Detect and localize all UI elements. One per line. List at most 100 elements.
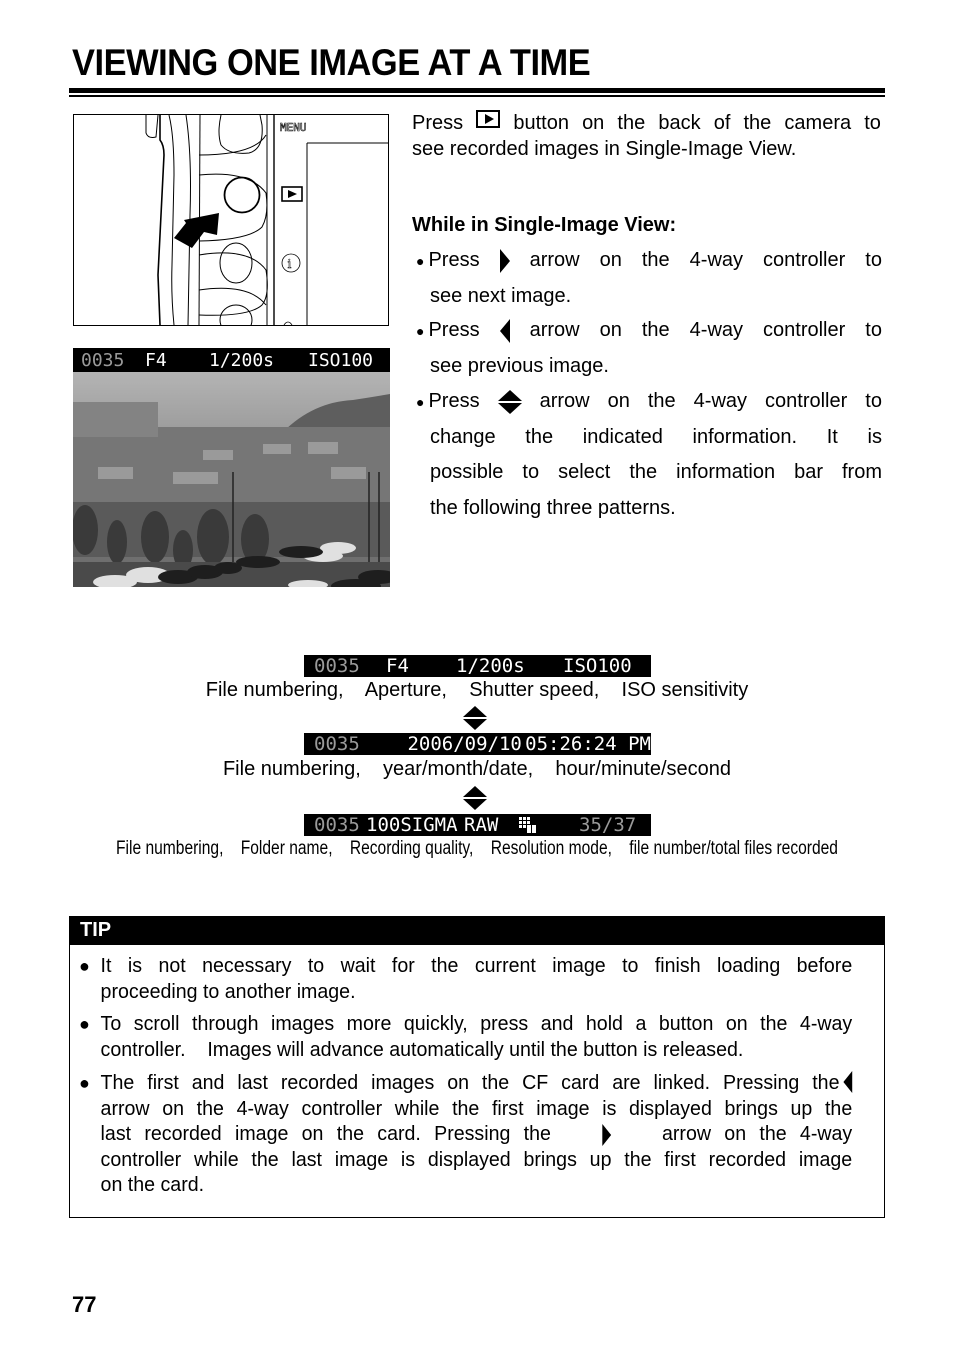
bullet-word: Press [428,249,480,272]
osd-file-number: 0035 [81,349,125,371]
resolution-mode-icon [519,817,579,833]
bullet-word: the [641,249,670,272]
bar-file-number: 0035 [314,733,360,755]
bullet-dot: ● [416,394,425,411]
bullet-continuation: change the indicated information. It is [430,425,882,448]
tip-item: ● It is not necessary to wait for the cu… [79,954,868,1005]
osd-aperture: F4 [145,349,167,371]
intro-word: back [658,112,701,134]
intro-word: of [713,112,731,134]
title-rule-thin [69,95,885,97]
bullet-word: controller [763,319,846,342]
bullet-word: the [647,390,676,413]
tip-line: controller. Images will advance automati… [100,1038,744,1061]
bullet-word: to [865,390,882,413]
up-down-arrow-icon [463,786,487,810]
info-icon: i [281,253,301,273]
intro-paragraph: Press button on the back of the camera t… [412,110,881,162]
body-edge [157,115,165,325]
bar-quality: RAW [464,814,499,836]
intro-word: the [617,112,646,134]
bar-date: 2006/09/10 [407,733,522,755]
info-bar-pattern-2: 0035 2006/09/10 05:26:24 PM [304,733,651,755]
bullet-word: to [865,249,882,272]
tip-line: last recorded image on the card. Pressin… [100,1123,551,1145]
bar-aperture: F4 [386,655,409,677]
tip-line: proceeding to another image. [100,980,356,1003]
pattern-1-caption: File numbering, Aperture, Shutter speed,… [205,679,749,701]
strap-lug [145,115,159,138]
bullet-previous-image: ● Press arrow on the 4-way controller to … [416,313,882,384]
photo-info-bar: 0035 F4 1/200s ISO100 [73,348,390,372]
bullet-word: to [865,319,882,342]
intro-word: Press [412,112,464,134]
bullet-continuation: the following three patterns. [430,496,676,519]
bar-iso: ISO100 [563,655,632,677]
bar-folder-name: 100SIGMA [366,814,458,836]
section-subheading: While in Single-Image View: [412,214,677,236]
osd-shutter: 1/200s [209,349,275,371]
pointing-arrow-icon [174,213,219,248]
bullet-word: on [607,390,630,413]
bar-file-count: 35/37 [579,814,637,836]
intro-word: button [513,112,569,134]
bar-file-number: 0035 [314,655,360,677]
sample-photo: 0035 F4 1/200s ISO100 [73,348,390,587]
intro-line-2: see recorded images in Single-Image View… [412,138,797,160]
bar-time: 05:26:24 PM [525,733,651,755]
intro-word: camera [784,112,852,134]
up-down-arrow-icon [497,389,522,414]
left-arrow-icon [499,318,510,343]
osd-iso: ISO100 [308,349,374,371]
bar-file-number: 0035 [314,814,360,836]
right-arrow-icon [602,1123,611,1146]
bullet-word: 4-way [693,390,748,413]
tip-line: arrow on the 4-way controller while the … [100,1097,853,1120]
tip-item: ● To scroll through images more quickly,… [79,1012,868,1063]
play-button [223,176,261,214]
svg-text:i: i [288,257,292,271]
pattern-3-caption: File numbering, Folder name, Recording q… [116,838,838,859]
up-down-arrow-icon [463,706,487,730]
tip-line: controller while the last image is displ… [100,1148,853,1171]
info-bar-pattern-3: 0035 100SIGMA RAW 35/37 [304,814,651,836]
bullet-word: controller [763,249,846,272]
intro-word: to [864,112,881,134]
bullet-word: Press [428,319,480,342]
tip-line: It is not necessary to wait for the curr… [100,955,853,977]
info-button-housing [198,252,268,316]
bullet-word: 4-way [689,319,744,342]
tip-line: on the card. [100,1174,205,1196]
tip-header: TIP [69,916,885,945]
bullet-word: arrow [529,319,580,342]
button-top [218,115,263,154]
bullet-dot: ● [416,253,425,270]
grip-contour [168,115,175,325]
tip-line: To scroll through images more quickly, p… [100,1013,853,1035]
bullet-word: controller [765,390,848,413]
bullet-word: on [599,249,622,272]
bullet-continuation: see previous image. [430,354,609,377]
intro-word: on [582,112,605,134]
page-title: VIEWING ONE IMAGE AT A TIME [72,42,591,83]
pattern-2-caption: File numbering, year/month/date, hour/mi… [222,758,732,780]
right-arrow-icon [499,248,510,273]
info-bar-pattern-1: 0035 F4 1/200s ISO100 [304,655,651,677]
intro-word: the [743,112,772,134]
bullet-continuation: see next image. [430,284,572,307]
menu-label: MENU [280,121,307,134]
tip-line: arrow on the 4-way [662,1123,853,1145]
left-arrow-icon [843,1071,853,1093]
page-number: 77 [72,1292,97,1317]
bullet-continuation: possible to select the information bar f… [430,461,882,483]
tip-item: ● The first and last recorded images on … [79,1071,868,1199]
title-rule-thick [69,88,885,93]
intro-line-1: Press button on the back of the camera t… [412,110,881,136]
camera-back-illustration: MENU i [73,114,389,326]
bullet-next-image: ● Press arrow on the 4-way controller to … [416,243,882,314]
play-button-icon [476,110,501,128]
tip-line: The first and last recorded images on th… [100,1072,840,1094]
bullet-word: 4-way [689,249,744,272]
landscape-photo [73,372,390,587]
bullet-word: arrow [529,249,580,272]
